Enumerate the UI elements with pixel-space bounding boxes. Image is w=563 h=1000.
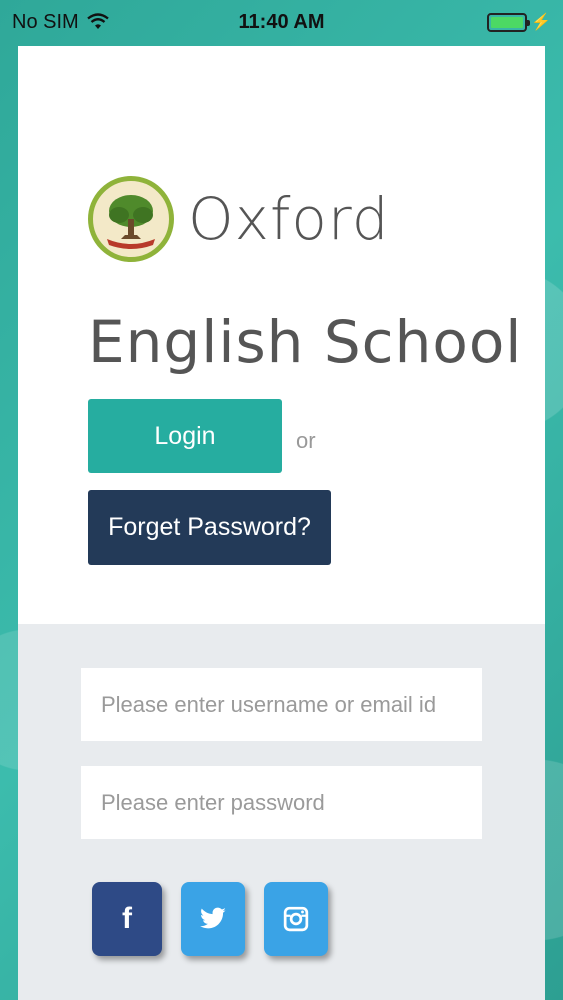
wifi-icon <box>86 13 109 29</box>
battery-full-icon <box>487 12 531 32</box>
instagram-camera-icon <box>283 906 309 932</box>
lightning-bolt-icon: ⚡ <box>531 14 551 31</box>
password-input[interactable] <box>81 766 482 839</box>
brand-name-line1: Oxford <box>188 185 390 253</box>
instagram-button[interactable] <box>264 882 328 956</box>
status-left: No SIM <box>12 11 109 34</box>
brand-row: Oxford <box>88 176 390 262</box>
or-separator: or <box>296 428 316 453</box>
login-card: Oxford English School Login or Forget Pa… <box>18 46 545 1000</box>
carrier-label: No SIM <box>12 10 79 33</box>
twitter-button[interactable] <box>181 882 245 956</box>
oak-tree-emblem-icon <box>88 176 174 262</box>
twitter-bird-icon <box>200 907 226 929</box>
login-form: f <box>18 624 545 1000</box>
facebook-icon: f <box>122 902 132 935</box>
login-button[interactable]: Login <box>88 399 282 473</box>
facebook-button[interactable]: f <box>92 882 162 956</box>
username-input[interactable] <box>81 668 482 741</box>
status-right: ⚡ <box>487 12 551 32</box>
forgot-password-button[interactable]: Forget Password? <box>88 490 331 565</box>
status-bar: No SIM 11:40 AM ⚡ <box>0 0 563 44</box>
brand-name-line2: English School <box>88 308 523 376</box>
